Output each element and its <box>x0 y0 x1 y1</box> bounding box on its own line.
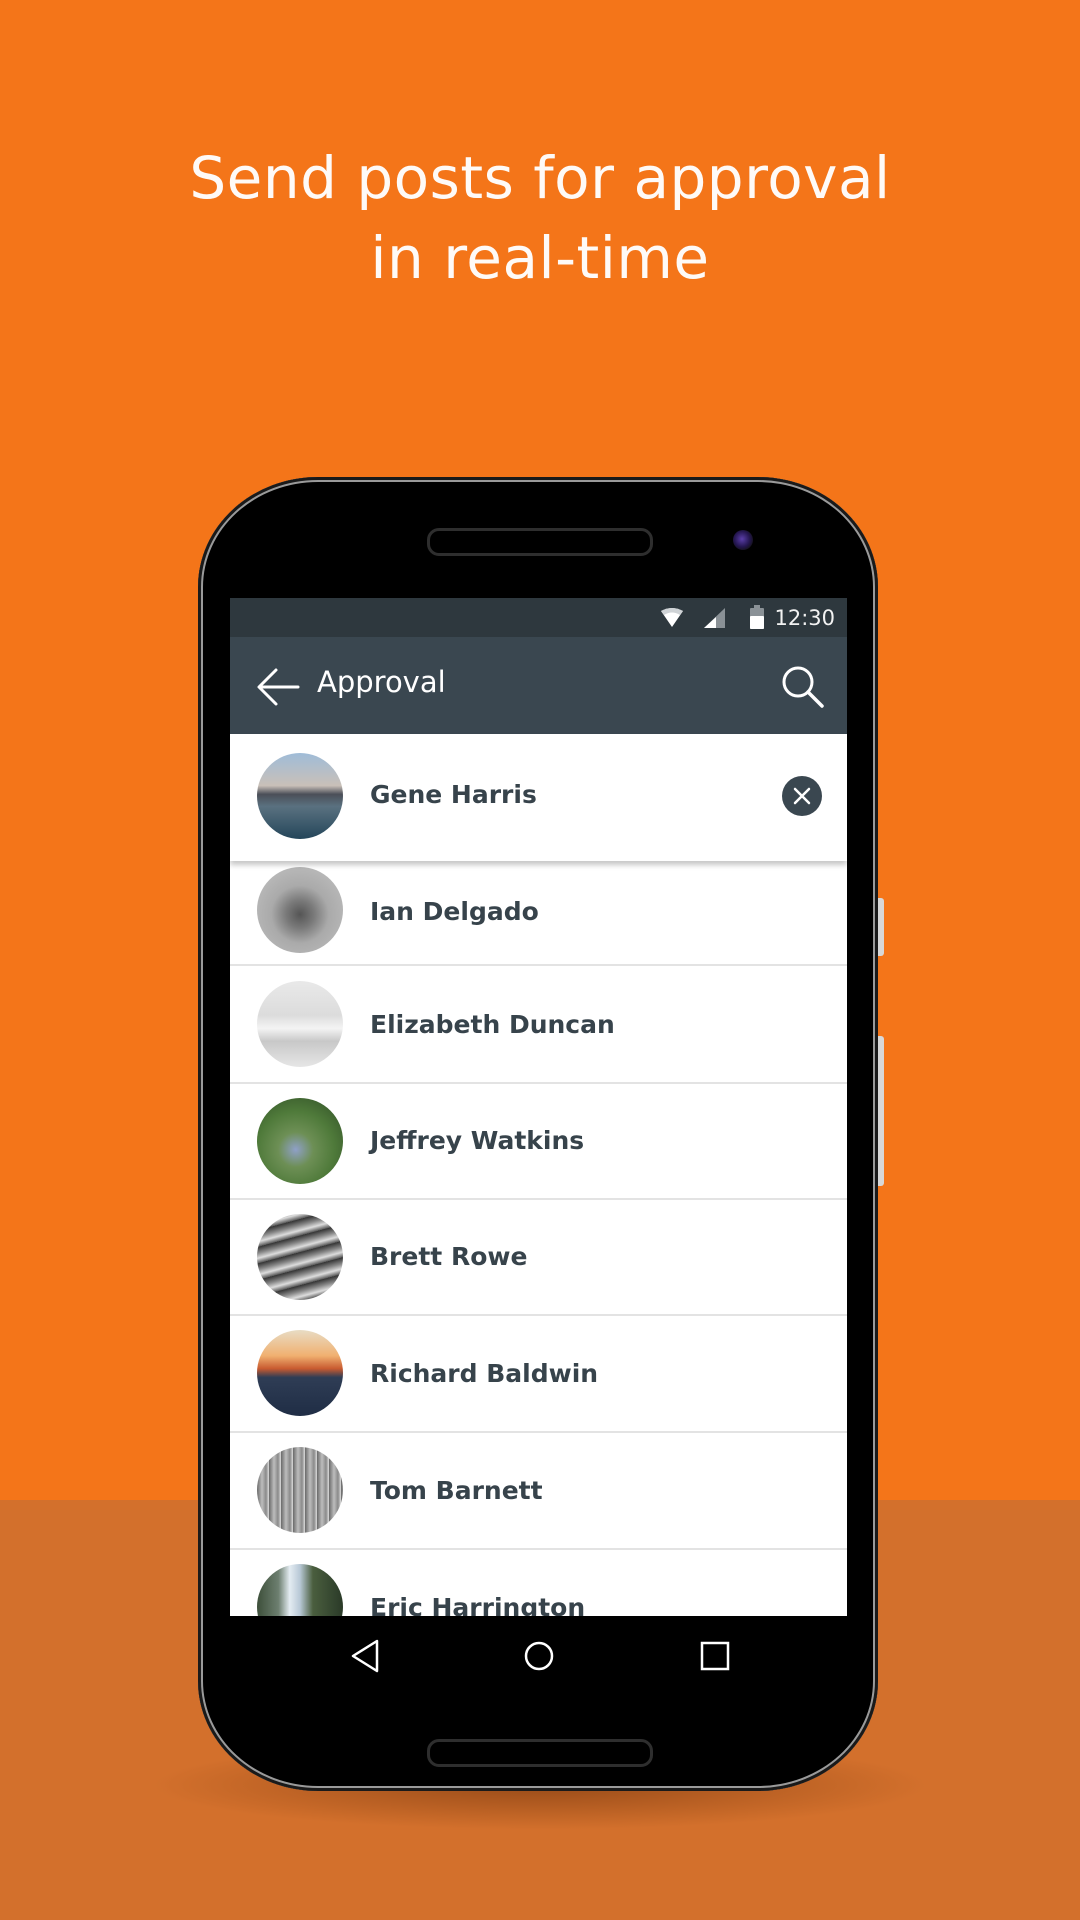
status-bar: 12:30 <box>230 598 847 637</box>
avatar <box>257 1447 343 1533</box>
contact-name: Ian Delgado <box>370 897 539 926</box>
headline-line-1: Send posts for approval <box>189 144 891 212</box>
contact-name: Jeffrey Watkins <box>370 1126 585 1155</box>
wifi-icon <box>661 608 683 627</box>
contact-row[interactable]: Jeffrey Watkins <box>230 1084 847 1200</box>
page-title: Approval <box>317 665 446 699</box>
nav-back-icon[interactable] <box>350 1639 380 1673</box>
selected-contact-row[interactable]: Gene Harris <box>230 734 847 861</box>
headline: Send posts for approval in real-time <box>0 138 1080 298</box>
contact-row[interactable]: Ian Delgado <box>230 861 847 966</box>
contact-row[interactable]: Brett Rowe <box>230 1200 847 1316</box>
headline-line-2: in real-time <box>370 224 710 292</box>
top-speaker <box>427 528 653 556</box>
close-icon <box>793 787 811 805</box>
phone-volume-button <box>878 1036 884 1186</box>
remove-contact-button[interactable] <box>782 776 822 816</box>
avatar <box>257 1214 343 1300</box>
nav-recents-icon[interactable] <box>699 1640 731 1672</box>
contact-name: Richard Baldwin <box>370 1359 599 1388</box>
cell-signal-icon <box>704 608 725 628</box>
contact-row[interactable]: Tom Barnett <box>230 1433 847 1550</box>
contact-name: Gene Harris <box>370 780 537 809</box>
nav-home-icon[interactable] <box>523 1640 555 1672</box>
avatar <box>257 867 343 953</box>
search-icon[interactable] <box>781 665 825 709</box>
contact-name: Elizabeth Duncan <box>370 1010 615 1039</box>
contact-row[interactable]: Elizabeth Duncan <box>230 966 847 1084</box>
front-camera <box>733 530 753 550</box>
contact-row[interactable]: Eric Harrington <box>230 1550 847 1616</box>
avatar <box>257 1564 343 1616</box>
avatar <box>257 753 343 839</box>
contact-name: Eric Harrington <box>370 1593 586 1616</box>
arrow-left-icon[interactable] <box>256 667 300 707</box>
avatar <box>257 981 343 1067</box>
contact-name: Tom Barnett <box>370 1476 543 1505</box>
system-nav-bar <box>230 1616 847 1706</box>
phone-power-button <box>878 898 884 956</box>
contact-name: Brett Rowe <box>370 1242 528 1271</box>
avatar <box>257 1330 343 1416</box>
phone-screen: 12:30 Approval Gene Harris Ian Delgado E… <box>230 598 847 1616</box>
app-bar: Approval <box>230 637 847 734</box>
bottom-speaker <box>427 1739 653 1767</box>
avatar <box>257 1098 343 1184</box>
battery-icon <box>750 605 764 629</box>
status-time: 12:30 <box>774 606 835 630</box>
contact-row[interactable]: Richard Baldwin <box>230 1316 847 1433</box>
